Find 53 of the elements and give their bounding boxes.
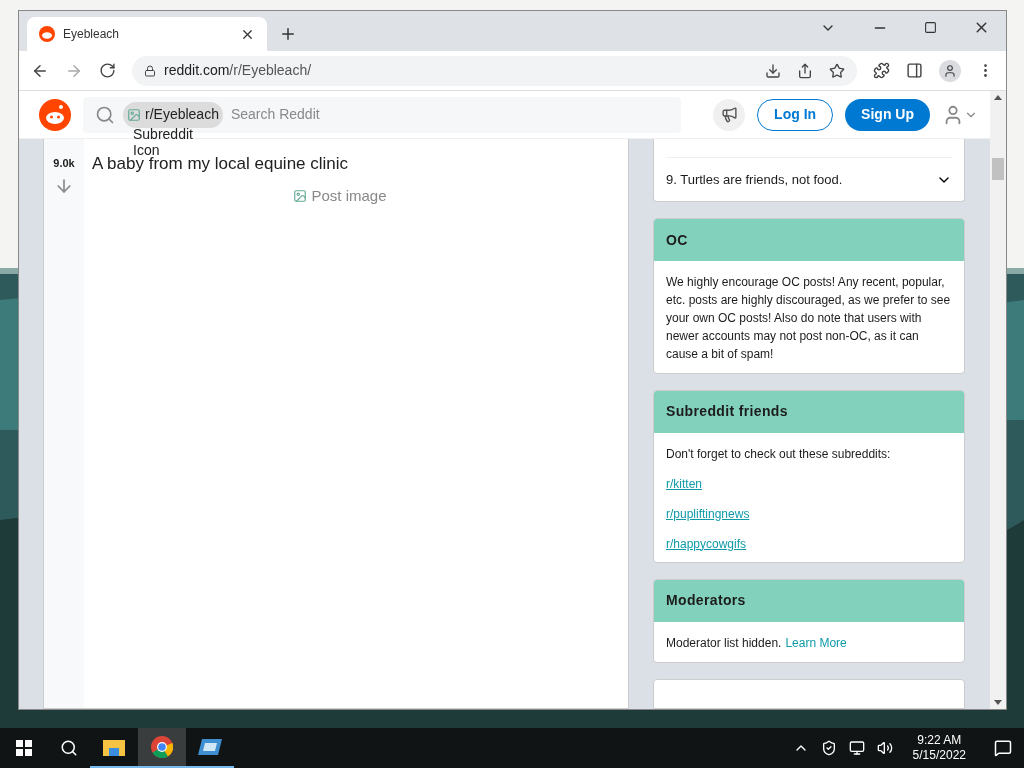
shield-icon[interactable] — [820, 740, 837, 756]
network-icon[interactable] — [848, 740, 865, 756]
advertise-button[interactable] — [713, 98, 746, 131]
community-chip[interactable]: r/Eyebleach — [123, 101, 223, 128]
image-alt-text: Post image — [311, 185, 387, 206]
reload-icon[interactable] — [99, 62, 116, 79]
subreddit-link[interactable]: r/happycowgifs — [666, 534, 747, 553]
window-app-icon — [198, 739, 222, 755]
card-text: Moderator list hidden. — [666, 634, 782, 652]
card-title: Subreddit friends — [666, 402, 788, 422]
notifications-icon[interactable] — [994, 739, 1012, 757]
card-text: We highly encourage OC posts! Any recent, popular, etc. posts are highly discouraged, as we prefer to see your own OC posts! Also do note that users with newer accounts may not post non-OC, as it can cause a bit of spam! — [666, 274, 952, 363]
browser-tab[interactable]: Eyebleach — [27, 17, 267, 51]
profile-avatar[interactable] — [939, 59, 961, 82]
chrome-icon — [151, 736, 173, 758]
volume-icon[interactable] — [876, 740, 893, 756]
subreddit-link[interactable]: r/pupliftingnews — [666, 504, 750, 523]
search-placeholder: Search Reddit — [230, 105, 320, 124]
broken-image-icon — [127, 107, 141, 122]
card-title: Moderators — [666, 591, 746, 611]
learn-more-link[interactable]: Learn More — [785, 633, 847, 652]
search-icon[interactable] — [60, 739, 78, 757]
vote-score: 9.0k — [53, 156, 75, 171]
scrollbar-thumb[interactable] — [992, 158, 1004, 180]
clock-date: 5/15/2022 — [912, 748, 966, 763]
maximize-icon[interactable] — [924, 21, 937, 34]
megaphone-icon — [720, 106, 738, 123]
lock-icon — [144, 64, 156, 77]
address-bar[interactable]: reddit.com/r/Eyebleach/ — [132, 55, 857, 86]
extensions-icon[interactable] — [873, 62, 890, 79]
taskbar-app[interactable] — [138, 728, 186, 768]
broken-image-icon — [293, 188, 308, 203]
windows-logo-icon[interactable] — [16, 740, 32, 756]
rule-text: 9. Turtles are friends, not food. — [666, 170, 843, 189]
install-icon[interactable] — [765, 62, 781, 79]
share-icon[interactable] — [797, 62, 813, 79]
tab-title: Eyebleach — [63, 26, 121, 43]
clock-time: 9:22 AM — [917, 733, 962, 748]
signup-button[interactable]: Sign Up — [845, 98, 930, 131]
scroll-down-icon[interactable] — [994, 700, 1002, 705]
community-name: r/Eyebleach — [145, 105, 219, 124]
search-icon — [95, 104, 115, 125]
subreddit-link[interactable]: r/kitten — [666, 474, 702, 493]
rule-row[interactable]: 9. Turtles are friends, not food. — [666, 157, 952, 201]
url-text: reddit.com/r/Eyebleach/ — [164, 61, 313, 80]
card-title: OC — [666, 230, 688, 250]
side-panel-icon[interactable] — [906, 62, 923, 79]
new-tab-icon[interactable] — [279, 25, 297, 43]
card-text: Don't forget to check out these subreddits: — [666, 445, 892, 463]
folder-icon — [103, 738, 125, 756]
scroll-up-icon[interactable] — [994, 95, 1002, 100]
clock[interactable]: 9:22 AM 5/15/2022 — [912, 733, 966, 763]
bookmark-star-icon[interactable] — [829, 62, 845, 79]
